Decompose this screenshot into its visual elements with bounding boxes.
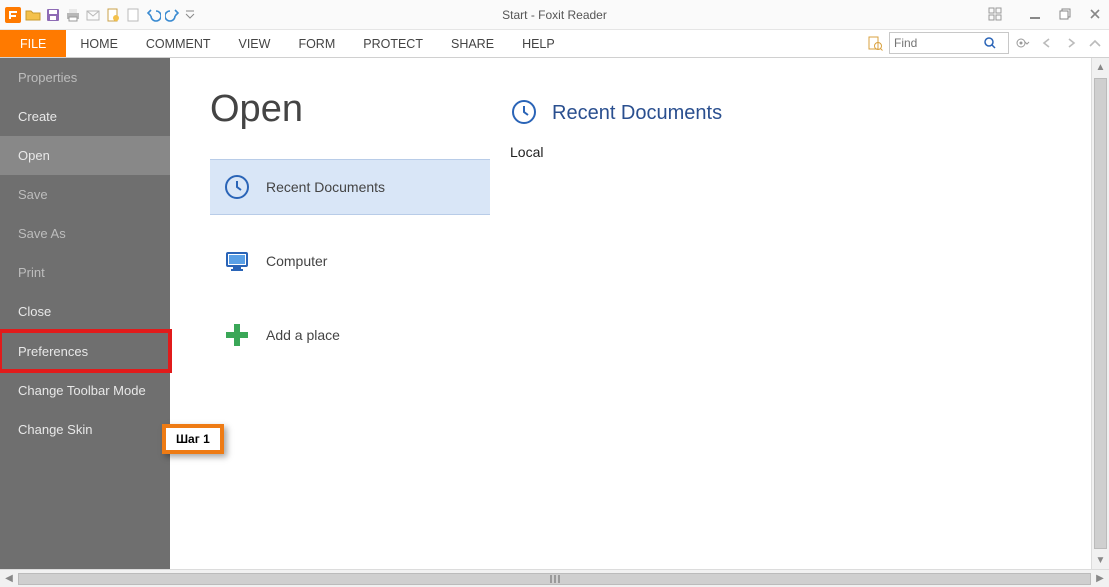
scroll-thumb[interactable] xyxy=(1094,78,1107,549)
scroll-up-arrow-icon[interactable]: ▲ xyxy=(1092,58,1109,76)
scroll-right-arrow-icon[interactable]: ▶ xyxy=(1091,570,1109,587)
quick-access-toolbar xyxy=(0,6,196,24)
tab-label: SHARE xyxy=(451,37,494,51)
location-label: Add a place xyxy=(266,327,340,343)
email-icon[interactable] xyxy=(84,6,102,24)
location-label: Recent Documents xyxy=(266,179,385,195)
plus-icon xyxy=(222,320,252,350)
window-controls xyxy=(987,6,1103,22)
search-go-icon[interactable] xyxy=(980,33,1000,53)
menu-item-print[interactable]: Print xyxy=(0,253,170,292)
ribbon-collapse-icon[interactable] xyxy=(987,6,1003,22)
foxit-logo-icon xyxy=(4,6,22,24)
tab-label: HOME xyxy=(80,37,118,51)
scroll-down-arrow-icon[interactable]: ▼ xyxy=(1092,551,1109,569)
menu-item-save-as[interactable]: Save As xyxy=(0,214,170,253)
menu-item-save[interactable]: Save xyxy=(0,175,170,214)
menu-label: Preferences xyxy=(18,344,88,359)
menu-item-close[interactable]: Close xyxy=(0,292,170,331)
tab-home[interactable]: HOME xyxy=(66,30,132,57)
clock-icon xyxy=(222,172,252,202)
tab-label: VIEW xyxy=(238,37,270,51)
undo-icon[interactable] xyxy=(144,6,162,24)
menu-label: Change Skin xyxy=(18,422,92,437)
tab-view[interactable]: VIEW xyxy=(224,30,284,57)
open-locations: Open Recent Documents Computer xyxy=(170,58,510,569)
menu-label: Create xyxy=(18,109,57,124)
heading-text: Recent Documents xyxy=(552,102,722,125)
title-bar: Start - Foxit Reader xyxy=(0,0,1109,30)
nav-prev-icon[interactable] xyxy=(1037,33,1057,53)
step-callout: Шаг 1 xyxy=(162,424,224,454)
menu-item-change-skin[interactable]: Change Skin xyxy=(0,410,170,449)
menu-item-change-toolbar-mode[interactable]: Change Toolbar Mode xyxy=(0,371,170,410)
restore-icon[interactable] xyxy=(1057,6,1073,22)
qat-dropdown-icon[interactable] xyxy=(184,6,196,24)
monitor-icon xyxy=(222,246,252,276)
menu-label: Change Toolbar Mode xyxy=(18,383,146,398)
recent-documents-heading: Recent Documents xyxy=(510,98,1091,128)
callout-label: Шаг 1 xyxy=(176,432,210,446)
blank-page-icon[interactable] xyxy=(124,6,142,24)
find-box[interactable] xyxy=(889,32,1009,54)
location-label: Computer xyxy=(266,253,327,269)
tab-help[interactable]: HELP xyxy=(508,30,569,57)
gear-dropdown-icon[interactable] xyxy=(1013,33,1033,53)
open-icon[interactable] xyxy=(24,6,42,24)
tab-label: FORM xyxy=(298,37,335,51)
tab-share[interactable]: SHARE xyxy=(437,30,508,57)
nav-next-icon[interactable] xyxy=(1061,33,1081,53)
menu-label: Print xyxy=(18,265,45,280)
find-file-icon[interactable] xyxy=(865,33,885,53)
ribbon-right-controls xyxy=(865,32,1105,54)
menu-label: Save As xyxy=(18,226,66,241)
print-icon[interactable] xyxy=(64,6,82,24)
backstage-view: Properties Create Open Save Save As Prin… xyxy=(0,58,1109,569)
tab-comment[interactable]: COMMENT xyxy=(132,30,225,57)
tab-protect[interactable]: PROTECT xyxy=(349,30,437,57)
menu-label: Close xyxy=(18,304,51,319)
find-input[interactable] xyxy=(890,36,980,50)
menu-item-preferences[interactable]: Preferences xyxy=(0,331,170,371)
ribbon-tabs: FILE HOME COMMENT VIEW FORM PROTECT SHAR… xyxy=(0,30,1109,58)
save-icon[interactable] xyxy=(44,6,62,24)
open-panel: Open Recent Documents Computer xyxy=(170,58,1091,569)
tab-form[interactable]: FORM xyxy=(284,30,349,57)
minimize-icon[interactable] xyxy=(1027,6,1043,22)
horizontal-scrollbar[interactable]: ◀ ▶ xyxy=(0,569,1109,587)
vertical-scrollbar[interactable]: ▲ ▼ xyxy=(1091,58,1109,569)
new-file-icon[interactable] xyxy=(104,6,122,24)
recent-documents-panel: Recent Documents Local xyxy=(510,58,1091,569)
tab-file[interactable]: FILE xyxy=(0,30,66,57)
scroll-handle-icon xyxy=(546,574,564,584)
menu-item-properties[interactable]: Properties xyxy=(0,58,170,97)
menu-item-open[interactable]: Open xyxy=(0,136,170,175)
recent-section-label: Local xyxy=(510,144,1091,160)
menu-label: Properties xyxy=(18,70,77,85)
menu-item-create[interactable]: Create xyxy=(0,97,170,136)
tab-label: PROTECT xyxy=(363,37,423,51)
close-icon[interactable] xyxy=(1087,6,1103,22)
scroll-left-arrow-icon[interactable]: ◀ xyxy=(0,570,18,587)
tab-label: HELP xyxy=(522,37,555,51)
tab-label: FILE xyxy=(20,37,46,51)
page-title: Open xyxy=(210,88,510,131)
location-add-a-place[interactable]: Add a place xyxy=(210,307,490,363)
location-recent-documents[interactable]: Recent Documents xyxy=(210,159,490,215)
scroll-track[interactable] xyxy=(18,570,1091,587)
nav-up-icon[interactable] xyxy=(1085,33,1105,53)
menu-label: Open xyxy=(18,148,50,163)
tab-label: COMMENT xyxy=(146,37,211,51)
file-menu: Properties Create Open Save Save As Prin… xyxy=(0,58,170,569)
menu-label: Save xyxy=(18,187,48,202)
location-computer[interactable]: Computer xyxy=(210,233,490,289)
redo-icon[interactable] xyxy=(164,6,182,24)
clock-icon xyxy=(510,98,540,128)
